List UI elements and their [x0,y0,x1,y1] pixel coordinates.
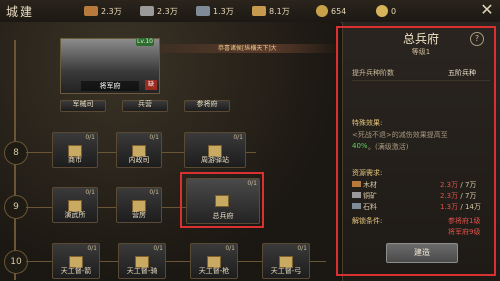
building-card[interactable]: 0/1 天工督-弓 [262,243,310,279]
help-button[interactable]: ? [470,32,484,46]
unlock-label: 解锁条件: [352,217,383,225]
building-card[interactable]: 兵营 [122,100,168,112]
level-marker-9: 9 [4,195,28,219]
divider [352,80,490,81]
panel-highlight [336,26,496,276]
req-row-wood: 木材 [352,180,377,190]
lack-badge: 缺 [145,80,157,90]
building-card[interactable]: 0/1 天工督-箭 [52,243,100,279]
resource-scroll: 8.1万 [252,4,290,18]
close-button[interactable]: ✕ [478,1,496,19]
req-amount-stone: 1.3万 / 14万 [440,203,481,211]
effect-value: 五阶兵种 [448,69,476,77]
level-marker-10: 10 [4,250,28,274]
unlock-condition: 将军府9级 [448,228,481,236]
resource-stone: 1.3万 [196,4,234,18]
selected-highlight [180,172,264,228]
building-card[interactable]: 0/1 演武所 [52,187,98,223]
req-row-stone: 石料 [352,202,377,212]
req-amount-copper: 2.3万 / 7万 [440,192,477,200]
scroll-icon [252,6,266,16]
unlock-condition: 参将府1级 [448,217,481,225]
coin-icon [316,5,328,17]
wood-icon [352,181,361,187]
level-badge: Lv.10 [136,38,154,46]
building-card[interactable]: 0/1 天工督-枪 [190,243,238,279]
resource-coin: 654 [316,4,346,18]
special-label: 特殊效果: [352,119,383,127]
building-card[interactable]: 0/1 天工督-骑 [118,243,166,279]
building-card[interactable]: 参将府 [184,100,230,112]
resource-ingot: 2.3万 [140,4,178,18]
special-value: 40% [352,142,368,150]
effect-label: 提升兵种阶数 [352,69,394,77]
building-card[interactable]: 0/1 周游驿站 [184,132,246,168]
resource-wood: 2.3万 [84,4,122,18]
wood-icon [84,6,98,16]
building-card[interactable]: 0/1 商市 [52,132,98,168]
ingot-icon [352,192,361,198]
close-icon: ✕ [480,0,494,19]
ingot-icon [140,6,154,16]
req-amount-wood: 2.3万 / 7万 [440,181,477,189]
building-card[interactable]: 0/1 营房 [116,187,162,223]
level-marker-8: 8 [4,141,28,165]
building-card[interactable]: 军械司 [60,100,106,112]
special-text: <死战不退>的减伤效果提高至 [352,131,448,139]
stone-icon [352,203,361,209]
building-card[interactable]: 0/1 内政司 [116,132,162,168]
top-bar: 城建 2.3万 2.3万 1.3万 8.1万 654 0 ✕ [0,0,500,23]
announcement-banner: 恭喜诸侯[纵横天下]大 [160,44,340,53]
special-suffix: 。(满级激活) [368,143,409,151]
page-title: 城建 [6,5,35,19]
gem-icon [376,5,388,17]
req-row-copper: 铜矿 [352,191,377,201]
question-icon: ? [474,34,480,43]
build-button[interactable]: 建造 [386,243,458,263]
stone-icon [196,6,210,16]
resource-gem: 0 [376,4,396,18]
panel-level: 等级1 [411,48,431,56]
resource-req-label: 资源需求: [352,169,383,177]
